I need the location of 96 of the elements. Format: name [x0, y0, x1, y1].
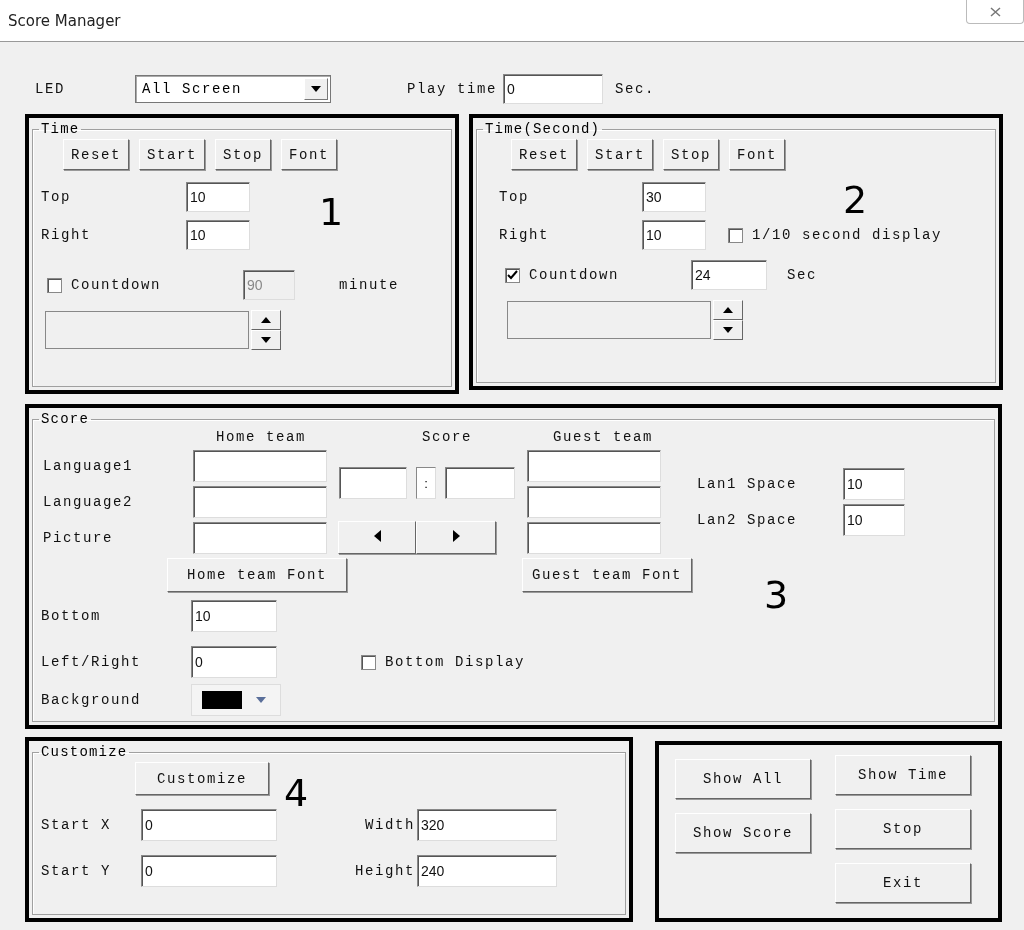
number-field[interactable]: 10	[186, 182, 250, 212]
home-team-field[interactable]	[193, 449, 327, 482]
group-title: Score	[40, 411, 90, 427]
spin-control[interactable]	[251, 310, 281, 350]
row-label: Language2	[43, 493, 134, 510]
panel-button[interactable]: Reset	[63, 139, 129, 170]
spin-control[interactable]	[713, 300, 743, 340]
group-title: Time	[40, 121, 81, 137]
column-header: Home team	[215, 429, 307, 445]
unit-label: minute	[339, 277, 399, 293]
panel-button[interactable]: Start	[139, 139, 206, 170]
action-button[interactable]: Show Time	[835, 755, 971, 795]
empty-field[interactable]	[507, 301, 711, 339]
action-button[interactable]: Stop	[835, 809, 971, 849]
field-label: Top	[499, 189, 530, 205]
checkbox-label: Bottom Display	[385, 654, 526, 670]
field-label: Lan1 Space	[697, 475, 798, 492]
column-header: Score	[421, 429, 473, 445]
checkbox-label: Countdown	[71, 277, 161, 293]
group-title: Customize	[40, 744, 129, 760]
number-field[interactable]: 10	[843, 503, 905, 536]
annotation-number: 1	[319, 190, 344, 234]
color-picker[interactable]	[191, 684, 281, 716]
home-score-field[interactable]	[339, 467, 407, 499]
guest-score-field[interactable]	[445, 467, 515, 499]
number-field[interactable]: 30	[642, 182, 706, 212]
guest-team-field[interactable]	[527, 521, 661, 554]
panel-button[interactable]: Font	[729, 139, 786, 170]
customize-button[interactable]: Customize	[135, 762, 269, 795]
countdown-field[interactable]: 24	[691, 260, 767, 290]
field-label: Bottom	[41, 608, 102, 624]
home-team-field[interactable]	[193, 521, 327, 554]
home-team-field[interactable]	[193, 485, 327, 518]
unit-label: Sec.	[615, 81, 656, 97]
panel-button[interactable]: Start	[587, 139, 654, 170]
dropdown-arrow-icon	[311, 86, 321, 92]
number-field[interactable]: 240	[417, 855, 557, 887]
number-field[interactable]: 0	[141, 809, 277, 841]
empty-field[interactable]	[45, 311, 249, 349]
next-button[interactable]	[416, 521, 496, 554]
dropdown-arrow-icon	[256, 697, 266, 703]
field-label: Top	[41, 189, 72, 205]
annotation-number: 4	[284, 771, 309, 815]
field-label: Lan2 Space	[697, 511, 798, 528]
checkbox[interactable]	[728, 227, 743, 243]
guest-team-field[interactable]	[527, 449, 661, 482]
number-field[interactable]: 10	[843, 467, 905, 500]
checkbox-label: 1/10 second display	[752, 227, 943, 243]
number-field[interactable]: 0	[191, 646, 277, 678]
up-arrow-icon	[723, 307, 733, 313]
close-icon	[989, 6, 1001, 17]
up-arrow-icon	[261, 317, 271, 323]
annotation-number: 3	[764, 573, 789, 617]
field-label: Height	[354, 863, 416, 879]
left-arrow-icon	[373, 529, 381, 542]
field-label: Start Y	[41, 863, 112, 879]
number-field[interactable]: 10	[186, 220, 250, 250]
panel-button[interactable]: Stop	[215, 139, 272, 170]
down-arrow-icon	[261, 337, 271, 343]
column-header: Guest team	[552, 429, 654, 445]
checkbox[interactable]	[505, 267, 520, 283]
down-arrow-icon	[723, 327, 733, 333]
group-title: Time(Second)	[484, 121, 602, 137]
action-button[interactable]: Show Score	[675, 813, 811, 853]
row-label: Language1	[43, 457, 134, 474]
field-label: Background	[41, 692, 142, 708]
action-button[interactable]: Show All	[675, 759, 811, 799]
previous-button[interactable]	[338, 521, 416, 554]
score-separator: :	[416, 467, 436, 499]
field-label: Right	[41, 227, 92, 243]
field-label: Width	[364, 817, 416, 833]
play-time-field[interactable]: 0	[503, 74, 603, 104]
number-field[interactable]: 10	[642, 220, 706, 250]
led-label: LED	[35, 81, 66, 97]
panel-button[interactable]: Font	[281, 139, 338, 170]
unit-label: Sec	[787, 267, 817, 283]
font-button[interactable]: Guest team Font	[522, 558, 692, 592]
right-arrow-icon	[452, 529, 460, 542]
action-button[interactable]: Exit	[835, 863, 971, 903]
number-field[interactable]: 320	[417, 809, 557, 841]
panel-button[interactable]: Stop	[663, 139, 720, 170]
play-time-label: Play time	[407, 81, 497, 97]
led-dropdown[interactable]: All Screen	[135, 75, 331, 103]
number-field[interactable]: 10	[191, 600, 277, 632]
panel-button[interactable]: Reset	[511, 139, 577, 170]
row-label: Picture	[43, 529, 114, 546]
number-field[interactable]: 0	[141, 855, 277, 887]
font-button[interactable]: Home team Font	[167, 558, 347, 592]
checkbox-label: Countdown	[529, 267, 619, 283]
field-label: Left/Right	[41, 654, 142, 670]
field-label: Right	[499, 227, 550, 243]
window-title: Score Manager	[8, 11, 121, 30]
checkbox[interactable]	[361, 654, 376, 670]
field-label: Start X	[41, 817, 112, 833]
guest-team-field[interactable]	[527, 485, 661, 518]
annotation-number: 2	[843, 178, 868, 222]
